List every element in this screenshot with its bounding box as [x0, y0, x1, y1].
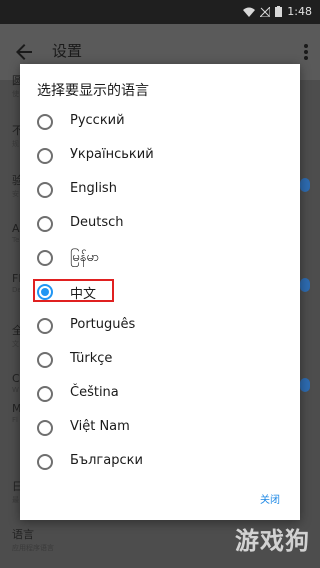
status-icons: 1:48: [243, 5, 312, 18]
language-option[interactable]: Български: [20, 444, 300, 478]
radio-button[interactable]: [37, 250, 53, 266]
selection-highlight-box: [33, 279, 114, 302]
language-option[interactable]: Việt Nam: [20, 410, 300, 444]
language-option[interactable]: Türkçe: [20, 342, 300, 376]
radio-button[interactable]: [37, 352, 53, 368]
language-label: မြန်မာ: [70, 250, 100, 265]
settings-item[interactable]: CW: [12, 372, 20, 394]
language-option[interactable]: Deutsch: [20, 206, 300, 240]
language-option[interactable]: Русский: [20, 104, 300, 138]
language-label: Português: [70, 317, 136, 332]
language-label: Български: [70, 453, 143, 468]
language-label: Український: [70, 147, 154, 162]
radio-button[interactable]: [37, 114, 53, 130]
settings-item-language[interactable]: 语言 应用程序语言: [12, 526, 54, 553]
radio-button[interactable]: [37, 148, 53, 164]
clock: 1:48: [287, 5, 312, 18]
language-label: Türkçe: [70, 351, 113, 366]
language-label: Việt Nam: [70, 419, 130, 434]
battery-icon: [275, 6, 283, 17]
settings-item-subtitle: W: [12, 386, 19, 394]
language-option[interactable]: English: [20, 172, 300, 206]
radio-button[interactable]: [37, 182, 53, 198]
settings-item-subtitle: 应用程序语言: [12, 544, 54, 552]
language-dialog: 选择要显示的语言 Русский Український English Deu…: [20, 64, 300, 520]
language-option[interactable]: မြန်မာ: [20, 240, 300, 274]
status-bar: 1:48: [0, 0, 320, 24]
page-title: 设置: [52, 42, 83, 60]
close-button[interactable]: 关闭: [260, 491, 280, 506]
radio-button[interactable]: [37, 420, 53, 436]
settings-item[interactable]: A Te: [12, 222, 20, 244]
no-signal-icon: [260, 6, 271, 17]
more-vert-icon[interactable]: [300, 40, 312, 64]
toggle-switch[interactable]: [300, 178, 310, 192]
language-option[interactable]: Čeština: [20, 376, 300, 410]
wifi-icon: [243, 7, 256, 17]
language-label: Русский: [70, 113, 125, 128]
settings-item-title: C: [12, 372, 20, 385]
radio-button[interactable]: [37, 216, 53, 232]
settings-item-subtitle: Te: [12, 236, 20, 244]
radio-button[interactable]: [37, 318, 53, 334]
dialog-title: 选择要显示的语言: [37, 83, 149, 99]
language-label: Čeština: [70, 385, 119, 400]
radio-button[interactable]: [37, 386, 53, 402]
language-label: Deutsch: [70, 215, 124, 230]
back-arrow-icon[interactable]: [12, 40, 36, 64]
language-label: English: [70, 181, 117, 196]
radio-button[interactable]: [37, 454, 53, 470]
toggle-switch[interactable]: [300, 278, 310, 292]
toggle-switch[interactable]: [300, 378, 310, 392]
language-option[interactable]: Português: [20, 308, 300, 342]
settings-item-title: 语言: [12, 528, 34, 541]
language-option[interactable]: Український: [20, 138, 300, 172]
watermark-logo: 游戏狗: [235, 526, 310, 555]
settings-item-title: A: [12, 222, 20, 235]
